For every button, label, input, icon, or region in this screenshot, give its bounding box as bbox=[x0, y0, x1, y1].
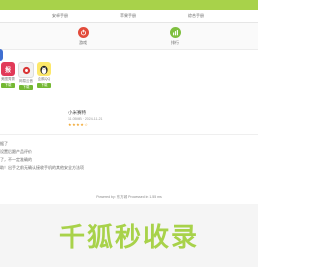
nav-tabs: 安卓手册 苹果手册 综合手册 bbox=[0, 10, 258, 23]
note-line: 助！出手之前无确认接收手机的其他安全方法项 bbox=[0, 165, 84, 170]
tab-apple[interactable]: 苹果手册 bbox=[120, 13, 136, 19]
note-line: 据了 bbox=[0, 141, 8, 146]
app-icon bbox=[18, 62, 34, 78]
tool-ranking[interactable]: 排行 bbox=[160, 27, 190, 46]
footer-text: Powered by: 东方城 Processed in 1.55 ms bbox=[96, 195, 162, 199]
app-item[interactable]: 报 美图秀秀 下载 bbox=[0, 62, 16, 88]
app-list: 报 美图秀秀 下载 网易云音 下载 企鹅QQ 下载 bbox=[0, 62, 60, 102]
rating-stars: ★★★★☆ bbox=[68, 122, 89, 127]
app-item[interactable]: 网易云音 下载 bbox=[18, 62, 34, 90]
tool-label: 排行 bbox=[171, 40, 179, 45]
tool-label: 游戏 bbox=[79, 40, 87, 45]
download-button[interactable]: 下载 bbox=[19, 85, 33, 90]
penguin-icon bbox=[37, 62, 51, 76]
notes-list: 据了 设置后跟产品评价 了，不一定准确的 助！出手之前无确认接收手机的其他安全方… bbox=[0, 140, 84, 172]
note-line: 设置后跟产品评价 bbox=[0, 149, 32, 154]
side-edge-icon[interactable] bbox=[0, 49, 3, 61]
chart-icon bbox=[169, 27, 181, 38]
article-entry[interactable]: 小米赛特 11.05MB · 2024-11-21 ★★★★☆ bbox=[68, 110, 103, 127]
app-icon: 报 bbox=[1, 62, 15, 76]
article-meta: 11.05MB · 2024-11-21 bbox=[68, 117, 103, 121]
top-accent-bar bbox=[0, 0, 258, 10]
tool-games[interactable]: 游戏 bbox=[68, 27, 98, 46]
app-name: 网易云音 bbox=[19, 79, 33, 83]
tab-general[interactable]: 综合手册 bbox=[188, 13, 204, 19]
app-item[interactable]: 企鹅QQ 下载 bbox=[36, 62, 52, 88]
download-button[interactable]: 下载 bbox=[37, 83, 51, 88]
download-button[interactable]: 下载 bbox=[1, 83, 15, 88]
app-name: 企鹅QQ bbox=[37, 77, 51, 81]
note-line: 了，不一定准确的 bbox=[0, 157, 32, 162]
article-title[interactable]: 小米赛特 bbox=[68, 110, 103, 116]
power-icon bbox=[77, 27, 89, 38]
watermark: 千狐秒收录 bbox=[58, 222, 199, 252]
divider bbox=[0, 134, 258, 135]
tab-android[interactable]: 安卓手册 bbox=[52, 13, 68, 19]
tool-shortcuts: 游戏 排行 bbox=[0, 23, 258, 61]
app-name: 美图秀秀 bbox=[1, 77, 15, 81]
